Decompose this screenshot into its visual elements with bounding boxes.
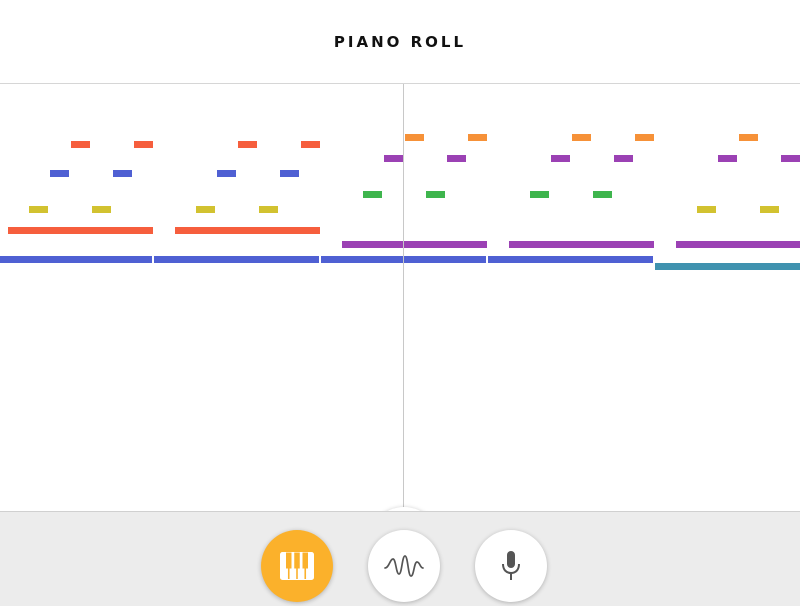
note-block[interactable] <box>238 141 257 148</box>
note-block[interactable] <box>676 241 800 248</box>
note-block[interactable] <box>447 155 466 162</box>
note-block[interactable] <box>760 206 779 213</box>
note-block[interactable] <box>697 206 716 213</box>
page-title: PIANO ROLL <box>333 32 467 51</box>
note-block[interactable] <box>134 141 153 148</box>
note-block[interactable] <box>488 256 653 263</box>
note-block[interactable] <box>593 191 612 198</box>
microphone-icon <box>502 551 520 580</box>
mode-toolbar <box>0 512 800 606</box>
note-block[interactable] <box>71 141 90 148</box>
note-block[interactable] <box>342 241 487 248</box>
note-block[interactable] <box>259 206 278 213</box>
note-block[interactable] <box>551 155 570 162</box>
note-block[interactable] <box>175 227 320 234</box>
note-block[interactable] <box>154 256 319 263</box>
note-block[interactable] <box>718 155 737 162</box>
note-block[interactable] <box>217 170 236 177</box>
note-block[interactable] <box>384 155 403 162</box>
note-block[interactable] <box>426 191 445 198</box>
waveform-icon <box>384 555 424 577</box>
note-block[interactable] <box>196 206 215 213</box>
note-block[interactable] <box>530 191 549 198</box>
note-block[interactable] <box>635 134 654 141</box>
note-block[interactable] <box>280 170 299 177</box>
header-bar: PIANO ROLL <box>0 0 800 84</box>
note-block[interactable] <box>113 170 132 177</box>
playhead-line[interactable] <box>403 84 404 511</box>
note-block[interactable] <box>739 134 758 141</box>
note-block[interactable] <box>572 134 591 141</box>
note-block[interactable] <box>92 206 111 213</box>
note-block[interactable] <box>8 227 153 234</box>
note-block[interactable] <box>363 191 382 198</box>
note-block[interactable] <box>614 155 633 162</box>
note-block[interactable] <box>781 155 800 162</box>
note-block[interactable] <box>468 134 487 141</box>
piano-roll-canvas[interactable] <box>0 84 800 512</box>
note-block[interactable] <box>29 206 48 213</box>
note-block[interactable] <box>0 256 152 263</box>
microphone-mode-button[interactable] <box>475 530 547 602</box>
waveform-mode-button[interactable] <box>368 530 440 602</box>
note-block[interactable] <box>655 263 800 270</box>
note-block[interactable] <box>301 141 320 148</box>
note-block[interactable] <box>50 170 69 177</box>
piano-keys-icon <box>280 552 314 580</box>
note-block[interactable] <box>405 134 424 141</box>
piano-mode-button[interactable] <box>261 530 333 602</box>
note-block[interactable] <box>509 241 654 248</box>
